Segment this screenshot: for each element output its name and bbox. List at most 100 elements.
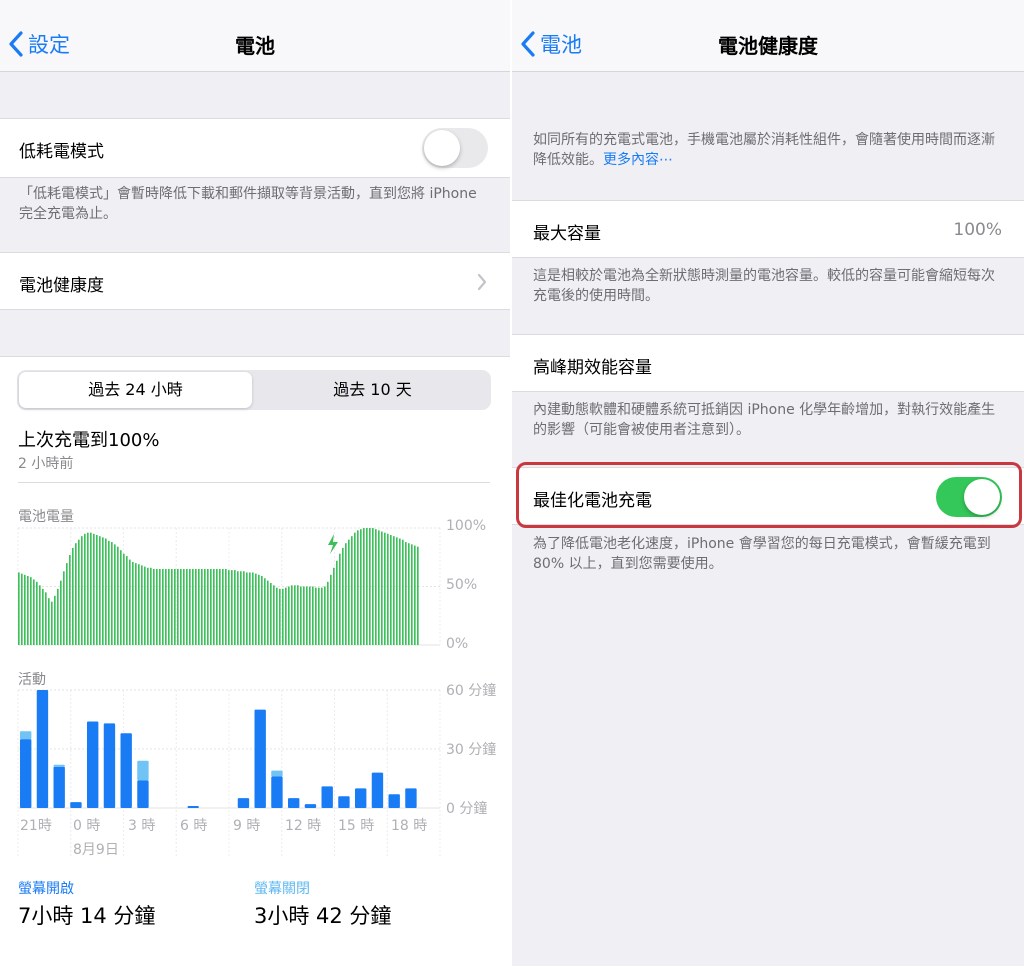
battery-level-bar [213, 568, 215, 645]
charging-bolt-icon [328, 534, 338, 554]
battery-level-bar [126, 556, 128, 645]
battery-level-bar [231, 570, 233, 645]
battery-level-bar [306, 586, 308, 645]
battery-level-bar [45, 592, 47, 645]
battery-level-bar [414, 545, 416, 645]
battery-level-bar [135, 563, 137, 645]
battery-y-tick: 100% [446, 518, 487, 534]
screen-on-bar [355, 788, 367, 808]
time-range-segmented-control: 過去 24 小時 過去 10 天 [17, 370, 491, 410]
battery-level-bar [300, 586, 302, 645]
battery-level-bar [294, 585, 296, 645]
intro-text: 如同所有的充電式電池，手機電池屬於消耗性組件，會隨著使用時間而逐漸降低效能。更多… [533, 130, 1004, 170]
battery-level-bar [57, 588, 59, 645]
activity-x-tick: 18 時 [391, 818, 428, 834]
peak-performance-label: 高峰期效能容量 [533, 358, 652, 378]
screen-on-bar [53, 766, 65, 808]
battery-level-bar [405, 542, 407, 645]
low-power-toggle[interactable] [422, 128, 488, 168]
battery-level-bar [285, 587, 287, 645]
screen-on-bar [187, 806, 199, 808]
max-capacity-label: 最大容量 [533, 224, 601, 244]
battery-level-bar [90, 532, 92, 645]
battery-level-bar [42, 588, 44, 645]
battery-level-bar [411, 544, 413, 645]
peak-performance-footer: 內建動態軟體和硬體系統可抵銷因 iPhone 化學年齡增加，對執行效能產生的影響… [533, 402, 996, 438]
screen-on-bar [254, 709, 266, 808]
battery-level-bar [138, 564, 140, 645]
battery-level-bar [237, 571, 239, 645]
screen-on-bar [87, 721, 99, 808]
battery-level-bar [219, 568, 221, 645]
battery-level-bar [297, 585, 299, 645]
battery-level-bar [99, 536, 101, 645]
screen-on-bar [338, 796, 350, 808]
battery-level-bar [141, 565, 143, 645]
battery-level-bar [375, 529, 377, 645]
segment-24h[interactable]: 過去 24 小時 [19, 372, 252, 408]
battery-level-bar [402, 539, 404, 645]
battery-level-bar [276, 587, 278, 645]
battery-level-bar [390, 535, 392, 645]
battery-level-bar [111, 542, 113, 645]
battery-level-chart [17, 527, 441, 646]
battery-level-bar [201, 568, 203, 645]
battery-level-bar [183, 568, 185, 645]
low-power-label: 低耗電模式 [19, 142, 104, 162]
battery-level-bar [228, 570, 230, 645]
battery-level-bar [312, 586, 314, 645]
screen-on-bar [70, 802, 82, 808]
last-charge-title: 上次充電到100% [18, 430, 160, 451]
activity-y-tick: 60 分鐘 [446, 683, 497, 699]
battery-level-bar [279, 588, 281, 645]
battery-level-bar [27, 575, 29, 645]
battery-level-bar [48, 598, 50, 645]
max-capacity-value: 100% [953, 220, 1002, 240]
battery-level-bar [171, 568, 173, 645]
battery-level-bar [162, 568, 164, 645]
battery-level-bar [84, 533, 86, 645]
battery-level-bar [186, 568, 188, 645]
segment-10d[interactable]: 過去 10 天 [256, 372, 489, 408]
highlight-box [516, 462, 1022, 528]
battery-level-bar [393, 536, 395, 645]
battery-level-bar [18, 572, 20, 645]
battery-level-bar [243, 571, 245, 645]
battery-level-bar [123, 553, 125, 645]
activity-x-tick: 0 時 [73, 818, 101, 834]
battery-level-bar [204, 568, 206, 645]
battery-level-bar [396, 537, 398, 645]
battery-level-bar [78, 539, 80, 645]
battery-level-bar [282, 588, 284, 645]
battery-level-bar [369, 528, 371, 645]
battery-level-bar [315, 587, 317, 645]
battery-level-bar [177, 568, 179, 645]
battery-level-bar [105, 538, 107, 645]
nav-bar: 設定 電池 [0, 0, 510, 72]
battery-level-bar [417, 546, 419, 645]
battery-level-bar [252, 572, 254, 645]
battery-y-tick: 50% [446, 577, 478, 593]
activity-chart [17, 689, 441, 858]
battery-level-bar [192, 568, 194, 645]
more-info-link[interactable]: 更多內容⋯ [603, 152, 673, 168]
battery-level-bar [21, 573, 23, 645]
battery-level-bar [114, 544, 116, 645]
screen-on-bar [405, 788, 417, 808]
battery-level-bar [240, 571, 242, 645]
battery-level-bar [327, 581, 329, 645]
battery-health-cell[interactable]: 電池健康度 [0, 252, 510, 310]
battery-level-bar [165, 568, 167, 645]
nav-bar: 電池 電池健康度 [512, 0, 1024, 72]
screen-on-bar [36, 690, 49, 808]
battery-level-bar [54, 595, 56, 645]
battery-level-bar [384, 532, 386, 645]
activity-x-tick: 9 時 [233, 818, 261, 834]
battery-level-bar [156, 568, 158, 645]
screen-on-bar [237, 798, 250, 808]
battery-level-bar [321, 587, 323, 645]
screen-on-bar [321, 786, 333, 808]
battery-screen: 設定 電池 低耗電模式 「低耗電模式」會暫時降低下載和郵件擷取等背景活動，直到您… [0, 0, 510, 966]
battery-level-bar [120, 550, 122, 645]
battery-level-bar [381, 531, 383, 645]
